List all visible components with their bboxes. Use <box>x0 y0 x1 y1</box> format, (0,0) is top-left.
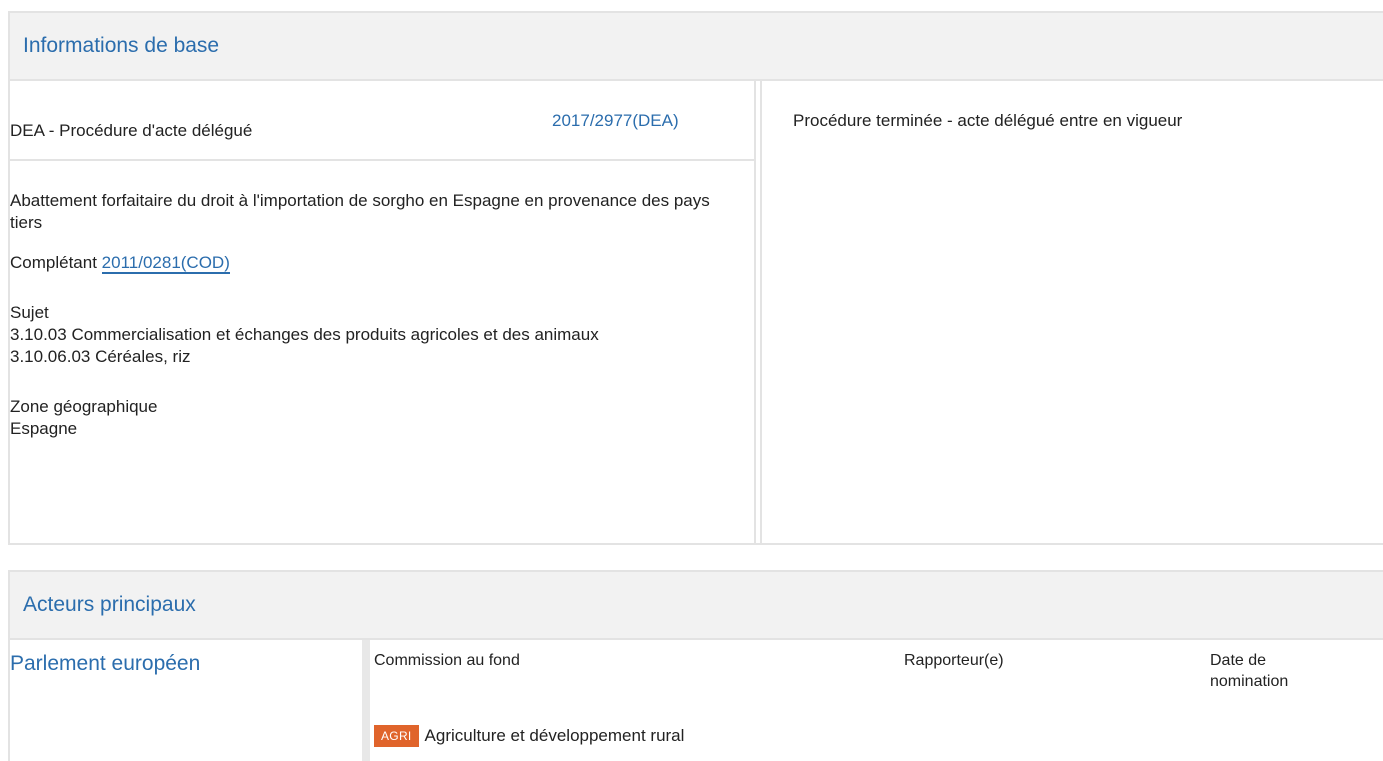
committee-column-header: Commission au fond <box>374 652 520 669</box>
procedure-row: DEA - Procédure d'acte délégué 2017/2977… <box>10 81 754 161</box>
appointment-date-header-line: nomination <box>1210 673 1289 690</box>
key-players-section: Acteurs principaux Parlement européen Co… <box>8 570 1383 761</box>
basic-info-section: Informations de base DEA - Procédure d'a… <box>8 11 1383 545</box>
appointment-date-header-line: Date de <box>1210 652 1267 669</box>
institution-divider <box>362 640 370 761</box>
column-divider <box>756 81 762 543</box>
key-players-header: Acteurs principaux <box>10 572 1383 640</box>
subject-item: 3.10.06.03 Céréales, riz <box>10 347 191 366</box>
completing-label: Complétant <box>10 253 97 272</box>
committee-row: AGRI Agriculture et développement rural <box>374 725 684 747</box>
appointment-date-column-header: Date de nomination <box>1210 650 1288 692</box>
committee-name: Agriculture et développement rural <box>424 726 685 745</box>
key-players-body: Parlement européen Commission au fond Ra… <box>10 640 1383 761</box>
basic-info-header: Informations de base <box>10 13 1383 81</box>
basic-info-title: Informations de base <box>23 34 220 57</box>
subject-label: Sujet <box>10 303 49 322</box>
procedure-reference-link[interactable]: 2017/2977(DEA) <box>552 111 679 131</box>
basic-info-left-column: DEA - Procédure d'acte délégué 2017/2977… <box>10 81 756 543</box>
subject-item: 3.10.03 Commercialisation et échanges de… <box>10 325 599 344</box>
completing-line: Complétant 2011/0281(COD) <box>10 252 730 274</box>
procedure-type: DEA - Procédure d'acte délégué <box>10 121 253 140</box>
completing-reference-link[interactable]: 2011/0281(COD) <box>101 253 230 274</box>
procedure-details: Abattement forfaitaire du droit à l'impo… <box>10 190 730 440</box>
key-players-title: Acteurs principaux <box>23 593 196 616</box>
institution-name: Parlement européen <box>10 652 201 675</box>
committee-badge[interactable]: AGRI <box>374 725 419 747</box>
geo-zone-label: Zone géographique <box>10 397 158 416</box>
geo-zone-value: Espagne <box>10 419 78 438</box>
procedure-status: Procédure terminée - acte délégué entre … <box>793 111 1183 130</box>
procedure-description: Abattement forfaitaire du droit à l'impo… <box>10 191 710 232</box>
rapporteur-column-header: Rapporteur(e) <box>904 652 1004 669</box>
basic-info-body: DEA - Procédure d'acte délégué 2017/2977… <box>10 81 1383 543</box>
